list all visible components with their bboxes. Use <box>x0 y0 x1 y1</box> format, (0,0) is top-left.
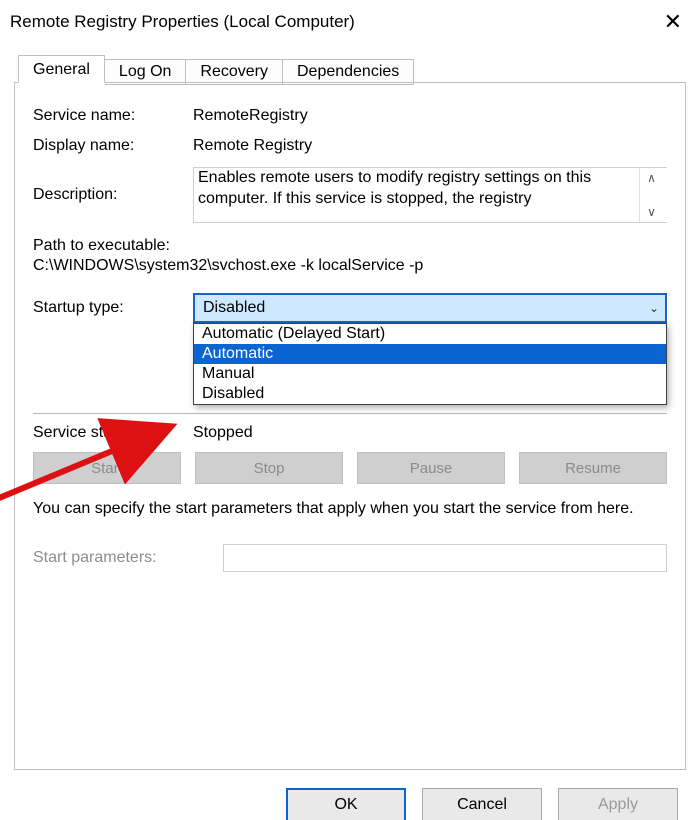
startup-option-delayed[interactable]: Automatic (Delayed Start) <box>194 324 666 344</box>
display-name-label: Display name: <box>33 137 193 155</box>
divider <box>33 413 667 414</box>
startup-type-selected: Disabled <box>203 299 265 317</box>
ok-button[interactable]: OK <box>286 788 406 820</box>
scroll-up-icon[interactable]: ∧ <box>640 172 663 184</box>
tab-strip: General Log On Recovery Dependencies <box>0 54 700 82</box>
description-box[interactable]: Enables remote users to modify registry … <box>193 167 667 223</box>
tab-general[interactable]: General <box>18 55 105 83</box>
startup-option-disabled[interactable]: Disabled <box>194 384 666 404</box>
startup-type-label: Startup type: <box>33 299 193 317</box>
service-control-buttons: Start Stop Pause Resume <box>33 452 667 484</box>
startup-option-automatic[interactable]: Automatic <box>194 344 666 364</box>
service-name-value: RemoteRegistry <box>193 107 667 125</box>
description-label: Description: <box>33 186 193 204</box>
cancel-button[interactable]: Cancel <box>422 788 542 820</box>
start-parameters-label: Start parameters: <box>33 549 223 567</box>
pause-button: Pause <box>357 452 505 484</box>
start-parameters-input <box>223 544 667 572</box>
path-value: C:\WINDOWS\system32\svchost.exe -k local… <box>33 257 667 275</box>
chevron-down-icon: ⌄ <box>649 301 659 315</box>
start-button: Start <box>33 452 181 484</box>
tab-panel: Service name: RemoteRegistry Display nam… <box>14 82 686 770</box>
path-label: Path to executable: <box>33 237 667 255</box>
description-text: Enables remote users to modify registry … <box>198 168 639 222</box>
resume-button: Resume <box>519 452 667 484</box>
titlebar: Remote Registry Properties (Local Comput… <box>0 0 700 40</box>
service-name-label: Service name: <box>33 107 193 125</box>
stop-button: Stop <box>195 452 343 484</box>
apply-button: Apply <box>558 788 678 820</box>
startup-type-select[interactable]: Disabled ⌄ Automatic (Delayed Start) Aut… <box>193 293 667 323</box>
window-title: Remote Registry Properties (Local Comput… <box>10 12 355 32</box>
description-scrollbar[interactable]: ∧ ∨ <box>639 168 663 222</box>
start-parameters-note: You can specify the start parameters tha… <box>33 498 667 520</box>
dialog-button-row: OK Cancel Apply <box>0 770 700 820</box>
scroll-down-icon[interactable]: ∨ <box>640 206 663 218</box>
close-icon[interactable]: ✕ <box>656 11 690 33</box>
startup-option-manual[interactable]: Manual <box>194 364 666 384</box>
service-status-value: Stopped <box>193 424 667 442</box>
display-name-value: Remote Registry <box>193 137 667 155</box>
startup-type-dropdown: Automatic (Delayed Start) Automatic Manu… <box>193 323 667 405</box>
service-status-label: Service status: <box>33 424 193 442</box>
